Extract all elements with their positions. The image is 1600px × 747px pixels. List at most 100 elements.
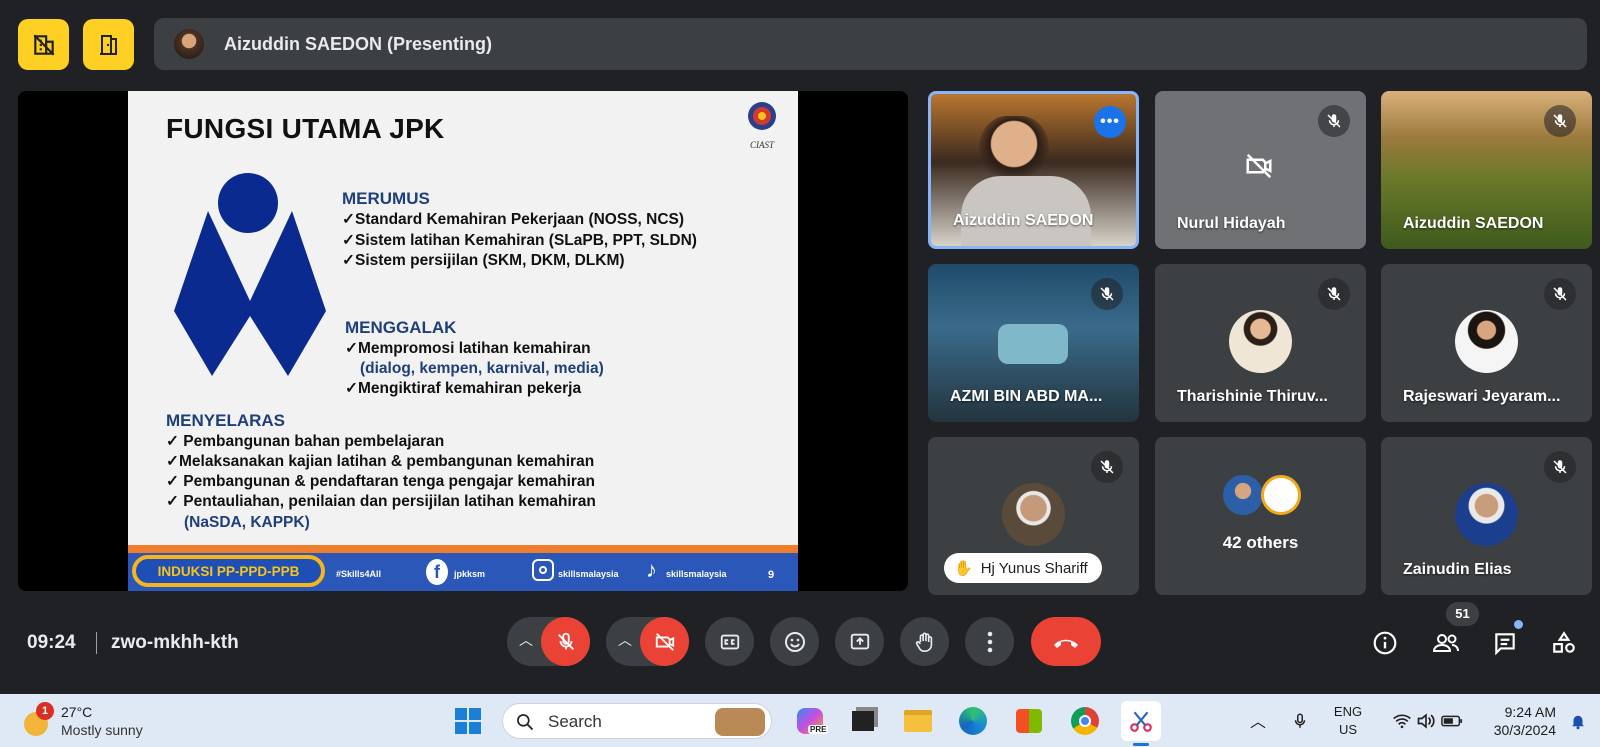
copilot-button[interactable]: PRE [792, 703, 829, 739]
facebook-icon: f [426, 559, 448, 585]
more-vert-icon [987, 631, 992, 652]
task-view-button[interactable] [845, 703, 881, 739]
language-top[interactable]: ENG [1332, 704, 1364, 719]
hide-self-view-button[interactable] [18, 19, 69, 70]
sloth-search-highlight-icon [715, 708, 765, 736]
participant-tile[interactable]: ✋ Hj Yunus Shariff [928, 437, 1139, 595]
meeting-info-button[interactable] [1368, 626, 1402, 660]
chat-button[interactable] [1488, 620, 1523, 660]
bell-icon [1572, 715, 1584, 730]
info-icon [1373, 631, 1397, 655]
taskbar-search[interactable]: Search [502, 703, 772, 739]
reactions-button[interactable] [770, 617, 819, 666]
clock-date[interactable]: 30/3/2024 [1476, 722, 1556, 738]
chrome-icon [1071, 707, 1099, 735]
virtual-background [998, 324, 1068, 364]
tiktok-icon: ♪ [646, 557, 657, 582]
emoji-icon [784, 631, 805, 652]
section-heading: MENGGALAK [345, 318, 457, 337]
avatar [1455, 310, 1518, 373]
notification-badge: 1 [36, 702, 54, 720]
slide-line: ✓Sistem persijilan (SKM, DKM, DLKM) [342, 252, 625, 269]
participant-tile[interactable]: Nurul Hidayah [1155, 91, 1366, 249]
slide-line: ✓ Pembangunan & pendaftaran tenga pengaj… [166, 473, 595, 490]
participant-name: AZMI BIN ABD MA... [950, 388, 1103, 405]
slide-line: ✓Sistem latihan Kemahiran (SLaPB, PPT, S… [342, 232, 697, 249]
tiktok-handle: skillsmalaysia [666, 569, 727, 579]
windows-taskbar: 1 27°C Mostly sunny Search PRE ︿ ENG US [0, 694, 1600, 747]
mic-off-icon [557, 632, 574, 650]
participant-tile[interactable]: Tharishinie Thiruv... [1155, 264, 1366, 422]
raise-hand-button[interactable] [900, 617, 949, 666]
file-explorer-button[interactable] [900, 703, 936, 739]
participant-name: Hj Yunus Shariff [980, 559, 1088, 577]
edge-button[interactable] [955, 703, 991, 739]
chevron-up-icon[interactable]: ︿ [618, 630, 632, 650]
present-screen-button[interactable] [835, 617, 884, 666]
hand-icon: ✋ [954, 560, 973, 577]
captions-button[interactable] [705, 617, 754, 666]
participant-name: Aizuddin SAEDON [953, 212, 1094, 229]
participant-tile[interactable]: ••• Aizuddin SAEDON [928, 91, 1139, 249]
microphone-tray-icon[interactable] [1282, 703, 1318, 739]
page-number: 9 [768, 569, 775, 581]
camera-button[interactable] [640, 617, 689, 666]
slide-title: FUNGSI UTAMA JPK [166, 113, 445, 144]
slide-line: (NaSDA, KAPPK) [184, 514, 310, 531]
activities-button[interactable] [1547, 626, 1581, 660]
leave-call-button[interactable] [1031, 617, 1101, 666]
active-app-indicator [1133, 743, 1149, 746]
more-options-icon[interactable]: ••• [1094, 106, 1126, 138]
camera-off-icon [1243, 151, 1275, 186]
participant-tile[interactable]: Zainudin Elias [1381, 437, 1592, 595]
avatar [1455, 483, 1518, 546]
edge-icon [959, 707, 987, 735]
avatar [1261, 475, 1301, 515]
weather-widget[interactable]: 1 [22, 702, 54, 736]
mic-off-icon [1091, 451, 1123, 483]
leave-button[interactable] [83, 19, 134, 70]
slide-line: ✓Melaksanakan kajian latihan & pembangun… [166, 453, 595, 470]
search-placeholder: Search [548, 712, 602, 731]
presenter-label: Aizuddin SAEDON (Presenting) [224, 33, 493, 54]
footer-stripe [128, 545, 798, 553]
participant-tile[interactable]: Aizuddin SAEDON [1381, 91, 1592, 249]
hang-up-icon [1054, 639, 1078, 648]
camera-off-icon [655, 632, 674, 651]
participant-tile[interactable]: Rajeswari Jeyaram... [1381, 264, 1592, 422]
slide-line: ✓ Pentauliahan, penilaian dan persijilan… [166, 493, 596, 510]
building-off-icon [32, 33, 55, 56]
others-tile[interactable]: 42 others [1155, 437, 1366, 595]
meeting-time: 09:24 [27, 632, 76, 653]
slide-line: ✓Mempromosi latihan kemahiran [345, 340, 591, 357]
chevron-up-icon[interactable]: ︿ [519, 630, 533, 650]
hand-icon [915, 632, 932, 652]
closed-captions-icon [720, 634, 739, 649]
mic-off-icon [1544, 278, 1576, 310]
microphone-button[interactable] [541, 617, 590, 666]
induksi-badge: INDUKSI PP-PPD-PPB [132, 555, 325, 587]
snipping-tool-button[interactable] [1121, 701, 1161, 746]
mic-off-icon [1544, 451, 1576, 483]
battery-icon[interactable] [1434, 703, 1470, 739]
slide-line: ✓ Pembangunan bahan pembelajaran [166, 433, 445, 450]
present-icon [850, 633, 869, 649]
chrome-button[interactable] [1067, 703, 1103, 739]
clock-time[interactable]: 9:24 AM [1476, 704, 1556, 720]
language-bottom[interactable]: US [1332, 722, 1364, 737]
folder-icon [904, 710, 932, 732]
store-button[interactable] [1011, 703, 1047, 739]
chat-icon [1495, 633, 1515, 656]
scissors-icon [1130, 711, 1152, 732]
people-button[interactable] [1429, 626, 1463, 660]
unread-dot [1514, 620, 1523, 629]
notifications-button[interactable] [1560, 703, 1596, 739]
presenter-avatar [174, 29, 204, 59]
presentation-stage: FUNGSI UTAMA JPK CIAST MERUMUS ✓Standard… [18, 91, 908, 591]
start-button[interactable] [450, 703, 486, 739]
participant-tile[interactable]: AZMI BIN ABD MA... [928, 264, 1139, 422]
more-options-button[interactable] [965, 617, 1014, 666]
people-icon [1432, 634, 1459, 652]
show-hidden-icons-chevron[interactable]: ︿ [1250, 708, 1266, 732]
presenting-bar: Aizuddin SAEDON (Presenting) [154, 18, 1587, 70]
